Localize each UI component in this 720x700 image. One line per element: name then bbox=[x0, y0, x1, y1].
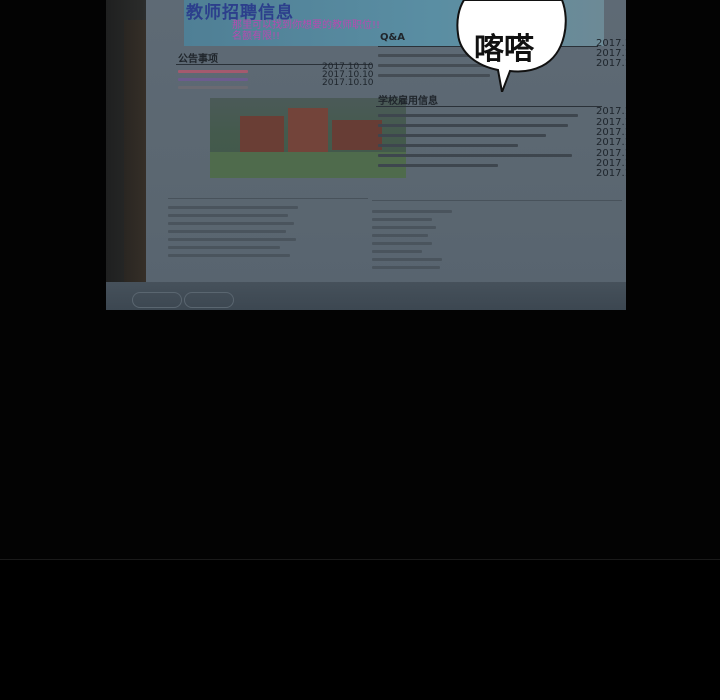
list-row bbox=[168, 246, 280, 249]
qa-heading: Q&A bbox=[380, 32, 405, 43]
qa-date: 2017.1 bbox=[596, 58, 626, 69]
recruit-divider bbox=[376, 106, 602, 107]
recruit-row bbox=[378, 124, 568, 127]
notice-row bbox=[178, 78, 248, 81]
list-row bbox=[168, 214, 288, 217]
list-row bbox=[372, 218, 432, 221]
list-row bbox=[372, 250, 422, 253]
list-divider bbox=[372, 200, 622, 201]
recruit-row bbox=[378, 164, 498, 167]
list-row bbox=[168, 222, 294, 225]
list-row bbox=[168, 230, 286, 233]
recruit-row bbox=[378, 134, 546, 137]
recruit-heading: 学校雇用信息 bbox=[378, 96, 438, 107]
list-row bbox=[372, 242, 432, 245]
list-row bbox=[168, 238, 296, 241]
recruit-row bbox=[378, 114, 578, 117]
list-divider bbox=[168, 198, 368, 199]
list-row bbox=[168, 206, 298, 209]
notice-row bbox=[178, 86, 248, 89]
notice-heading: 公告事项 bbox=[178, 54, 218, 65]
recruit-date: 2017.10 bbox=[596, 137, 626, 148]
campus-photo bbox=[210, 98, 406, 178]
comic-panel: 教师招聘信息 那里可以找到你想要的教师职位!! 名额有限!! 公告事项 2017… bbox=[0, 0, 720, 700]
recruit-date: 2017.1 bbox=[596, 106, 626, 117]
notice-row bbox=[178, 70, 248, 73]
recruit-date: 2017.10 bbox=[596, 168, 626, 179]
banner-subtitle: 那里可以找到你想要的教师职位!! 名额有限!! bbox=[232, 20, 381, 42]
list-row bbox=[168, 254, 290, 257]
notice-date: 2017.10.10 bbox=[322, 78, 374, 88]
recruit-row bbox=[378, 154, 572, 157]
list-row bbox=[372, 234, 428, 237]
sfx-text: 喀嗒 bbox=[474, 32, 534, 67]
list-row bbox=[372, 266, 440, 269]
keyboard-key bbox=[184, 292, 234, 308]
list-row bbox=[372, 258, 442, 261]
list-row bbox=[372, 210, 452, 213]
keyboard-key bbox=[132, 292, 182, 308]
panel-divider bbox=[0, 559, 720, 560]
list-row bbox=[372, 226, 436, 229]
recruit-row bbox=[378, 144, 518, 147]
